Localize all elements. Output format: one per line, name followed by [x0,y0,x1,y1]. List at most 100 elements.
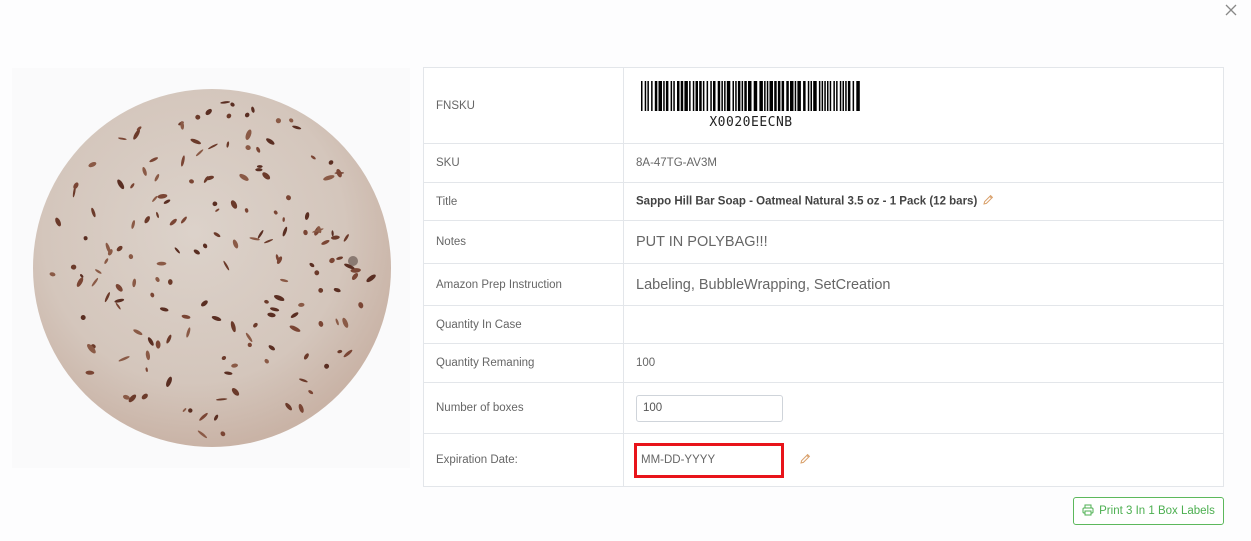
barcode-bar [658,81,662,111]
barcode-bar [821,81,824,111]
barcode-bar [713,81,716,111]
barcode-bar [856,81,860,111]
row-notes: Notes PUT IN POLYBAG!!! [423,220,1224,264]
barcode-bar [724,81,726,111]
print-box-labels-button[interactable]: Print 3 In 1 Box Labels [1073,497,1224,525]
barcode-bar [794,81,797,111]
num-boxes-cell [623,382,1224,434]
barcode-bar [766,81,769,111]
title-value: Sappo Hill Bar Soap - Oatmeal Natural 3.… [636,195,978,208]
barcode-bar [790,81,794,111]
barcode-bar [833,81,835,111]
row-expiration: Expiration Date: [423,433,1224,487]
barcode-bar [839,81,842,111]
num-boxes-input[interactable] [636,394,783,422]
barcode-bar [807,81,810,111]
fnsku-cell: X0020EECNB [623,67,1224,144]
barcode-bar [677,81,680,111]
qty-remaining-label: Quantity Remaning [423,343,624,383]
barcode-bar [852,81,855,111]
barcode-bar [741,81,744,111]
fnsku-value: X0020EECNB [709,115,793,130]
barcode-bar [829,81,832,111]
prep-value: Labeling, BubbleWrapping, SetCreation [623,263,1224,306]
barcode-bar [647,81,649,111]
barcode-bar [824,81,826,111]
barcode-bar [759,81,763,111]
product-info-table: FNSKU X0020EECNB SKU 8A-47TG-AV3M Title … [423,67,1224,487]
barcode-bar [665,81,669,111]
barcode: X0020EECNB [641,81,861,130]
row-qty-case: Quantity In Case [423,305,1224,344]
expiration-highlight [634,442,784,478]
barcode-bar [699,81,702,111]
barcode-bar [774,81,777,111]
barcode-bar [651,81,653,111]
barcode-bar [735,81,737,111]
row-num-boxes: Number of boxes [423,382,1224,434]
barcode-bar [842,81,844,111]
title-label: Title [423,182,624,221]
expiration-cell [623,433,1224,487]
barcode-bar [644,81,647,111]
barcode-bar [786,81,789,111]
barcode-bar [777,81,781,111]
row-fnsku: FNSKU X0020EECNB [423,67,1224,144]
sku-label: SKU [423,143,624,183]
print-button-label: Print 3 In 1 Box Labels [1099,505,1215,517]
printer-icon [1082,504,1094,519]
expiration-label: Expiration Date: [423,433,624,487]
barcode-bar [803,81,806,111]
row-title: Title Sappo Hill Bar Soap - Oatmeal Natu… [423,182,1224,221]
barcode-bar [702,81,705,111]
barcode-bar [810,81,812,111]
prep-label: Amazon Prep Instruction [423,263,624,306]
barcode-bar [748,81,752,111]
barcode-bar [781,81,785,111]
barcode-bar [726,81,731,111]
notes-value: PUT IN POLYBAG!!! [623,220,1224,264]
barcode-bar [847,81,851,111]
barcode-bar [654,81,658,111]
barcode-bar [670,81,673,111]
num-boxes-label: Number of boxes [423,382,624,434]
barcode-bar [813,81,817,111]
row-sku: SKU 8A-47TG-AV3M [423,143,1224,183]
barcode-bar [737,81,741,111]
sku-value: 8A-47TG-AV3M [623,143,1224,183]
barcode-bar [732,81,734,111]
barcode-bar [717,81,721,111]
qty-case-label: Quantity In Case [423,305,624,344]
barcode-bar [692,81,695,111]
barcode-bar [710,81,712,111]
expiration-date-input[interactable] [637,445,781,475]
barcode-bar [673,81,675,111]
pencil-icon[interactable] [799,453,811,468]
barcode-bar [706,81,709,111]
barcode-bar [680,81,684,111]
qty-case-value [623,305,1224,344]
close-icon[interactable] [1223,2,1239,18]
notes-label: Notes [423,220,624,264]
barcode-bar [721,81,723,111]
pencil-icon[interactable] [982,194,994,209]
barcode-bar [845,81,847,111]
title-cell: Sappo Hill Bar Soap - Oatmeal Natural 3.… [623,182,1224,221]
row-prep: Amazon Prep Instruction Labeling, Bubble… [423,263,1224,306]
barcode-bar [753,81,758,111]
barcode-bar [836,81,838,111]
barcode-bar [769,81,773,111]
barcode-bar [818,81,821,111]
barcode-bar [689,81,691,111]
barcode-bar [663,81,665,111]
fnsku-label: FNSKU [423,67,624,144]
barcode-bar [695,81,698,111]
barcode-bar [827,81,829,111]
barcode-bar [744,81,747,111]
qty-remaining-value: 100 [623,343,1224,383]
soap-fleck [255,168,263,172]
row-qty-remaining: Quantity Remaning 100 [423,343,1224,383]
barcode-bar [641,81,643,111]
barcode-bar [684,81,688,111]
product-image [12,68,410,468]
